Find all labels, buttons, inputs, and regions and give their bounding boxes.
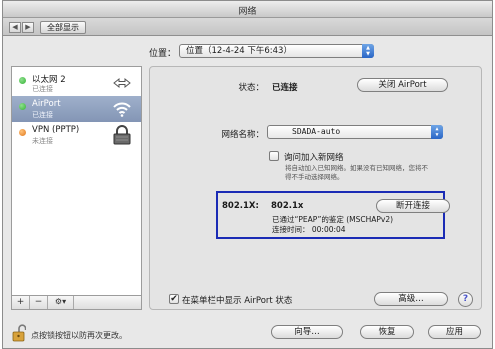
connection-time: 连接时间： 00:00:04	[272, 225, 346, 234]
location-select[interactable]: 位置（12-4-24 下午6:43） ▲ ▼	[179, 44, 374, 58]
network-name-value: SDADA-auto	[292, 127, 341, 136]
status-dot-icon	[19, 103, 26, 110]
show-all-button[interactable]: 全部显示	[40, 21, 86, 34]
location-label: 位置：	[149, 49, 177, 59]
turn-off-airport-button[interactable]: 关闭 AirPort	[357, 78, 448, 92]
status-dot-icon	[19, 129, 26, 136]
network-name-label: 网络名称：	[221, 130, 264, 140]
add-service-button[interactable]: +	[12, 296, 30, 309]
status-dot-icon	[19, 77, 26, 84]
service-status: 未连接	[32, 137, 53, 145]
status-label: 状态：	[238, 83, 264, 93]
select-arrows-icon: ▲ ▼	[362, 44, 374, 58]
location-row: 位置： 位置（12-4-24 下午6:43） ▲ ▼	[3, 43, 492, 59]
show-in-menubar-checkbox[interactable]: ✔	[169, 294, 179, 304]
service-list: 以太网 2 已连接 AirPort 已连接 VPN (PPTP) 未连接	[11, 66, 142, 296]
lock-hint-text: 点按锁按钮以防再次更改。	[31, 331, 127, 340]
service-status: 已连接	[32, 85, 53, 93]
service-item-airport[interactable]: AirPort 已连接	[12, 96, 141, 122]
ask-join-note-line2: 得不手动选择网络。	[285, 173, 344, 181]
ethernet-arrows-icon	[113, 77, 131, 89]
service-status: 已连接	[32, 111, 53, 119]
ask-join-label: 询问加入新网络	[284, 153, 344, 163]
assist-me-button[interactable]: 向导…	[271, 325, 343, 339]
network-name-select[interactable]: SDADA-auto ▲ ▼	[267, 125, 443, 139]
status-value: 已连接	[272, 83, 298, 93]
auth-label: 802.1X:	[222, 201, 259, 211]
advanced-button[interactable]: 高级…	[374, 292, 448, 306]
forward-button[interactable]: ▶	[22, 22, 34, 33]
revert-button[interactable]: 恢复	[360, 325, 414, 339]
location-value: 位置（12-4-24 下午6:43）	[186, 46, 292, 56]
service-item-vpn[interactable]: VPN (PPTP) 未连接	[12, 122, 141, 148]
unlocked-padlock-icon[interactable]	[12, 324, 26, 342]
vpn-lock-icon	[113, 125, 131, 145]
auth-value: 802.1x	[271, 201, 304, 211]
ask-join-checkbox[interactable]	[269, 151, 279, 161]
service-item-ethernet[interactable]: 以太网 2 已连接	[12, 70, 141, 96]
action-menu-button[interactable]: ⚙▾	[48, 296, 74, 309]
select-arrows-icon: ▲ ▼	[431, 125, 443, 139]
apply-button[interactable]: 应用	[428, 325, 481, 339]
show-in-menubar-label: 在菜单栏中显示 AirPort 状态	[182, 296, 293, 306]
service-name: VPN (PPTP)	[32, 125, 80, 135]
window-title: 网络	[238, 7, 257, 17]
detail-panel	[149, 66, 482, 310]
title-bar: 网络	[3, 1, 492, 18]
remove-service-button[interactable]: −	[30, 296, 48, 309]
wifi-icon	[113, 102, 131, 117]
toolbar: ◀ ▶ 全部显示	[3, 18, 492, 36]
service-name: AirPort	[32, 99, 61, 109]
disconnect-button[interactable]: 断开连接	[376, 199, 450, 213]
sidebar-toolbar: + − ⚙▾	[11, 296, 142, 310]
help-button[interactable]: ?	[458, 292, 473, 307]
ask-join-note-line1: 将自动加入已知网络。如果没有已知网络，您将不	[285, 164, 428, 172]
back-button[interactable]: ◀	[9, 22, 21, 33]
